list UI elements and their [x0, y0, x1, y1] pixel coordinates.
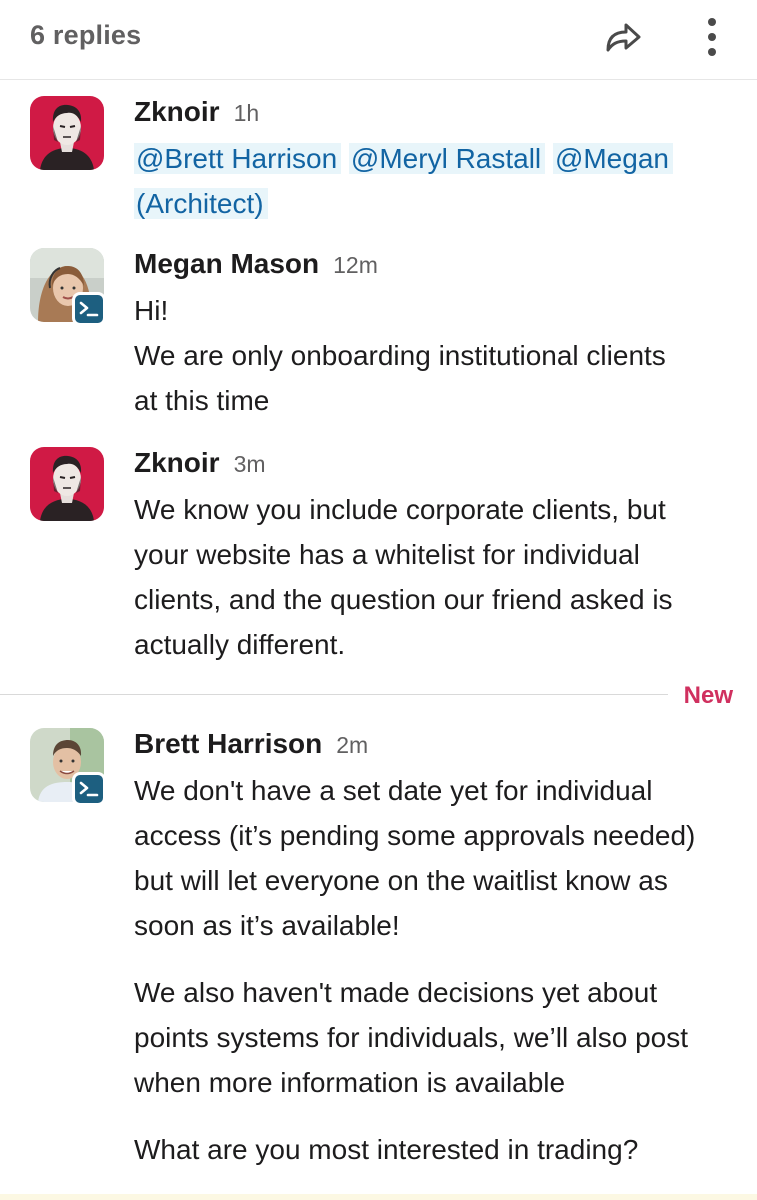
zknoir-avatar[interactable]: [30, 447, 104, 521]
composer-edge: [0, 1194, 757, 1200]
message-text: when more information is available: [134, 1067, 566, 1098]
message-text: Hi!: [134, 295, 169, 326]
mention-megan[interactable]: @Megan: [552, 143, 673, 174]
message-text: We are only onboarding institutional cli…: [134, 340, 666, 371]
new-messages-divider: New: [0, 680, 757, 712]
terminal-app-badge: [72, 292, 106, 326]
mention-megan-architect[interactable]: (Architect): [134, 188, 268, 219]
message-text: We don't have a set date yet for individ…: [134, 775, 653, 806]
vertical-ellipsis-icon: [708, 18, 716, 56]
thread-header: 6 replies: [0, 0, 757, 80]
message-timestamp[interactable]: 2m: [336, 732, 368, 759]
message-text: soon as it’s available!: [134, 910, 400, 941]
share-button[interactable]: [600, 16, 646, 58]
message-author[interactable]: Brett Harrison: [134, 728, 322, 760]
message-author[interactable]: Megan Mason: [134, 248, 319, 280]
message-text: access (it’s pending some approvals need…: [134, 820, 696, 851]
message-author[interactable]: Zknoir: [134, 96, 220, 128]
message-text: actually different.: [134, 629, 346, 660]
message-text: your website has a whitelist for individ…: [134, 539, 640, 570]
divider-line: [0, 694, 668, 695]
new-label: New: [683, 682, 733, 709]
message-timestamp[interactable]: 3m: [234, 451, 266, 478]
message-text: at this time: [134, 385, 270, 416]
message-text: but will let everyone on the waitlist kn…: [134, 865, 668, 896]
message-text: We also haven't made decisions yet about: [134, 977, 658, 1008]
zknoir-avatar[interactable]: [30, 96, 104, 170]
message-author[interactable]: Zknoir: [134, 447, 220, 479]
terminal-app-badge: [72, 772, 106, 806]
message-timestamp[interactable]: 1h: [234, 100, 260, 127]
message-text: We know you include corporate clients, b…: [134, 494, 666, 525]
terminal-app-icon: [79, 781, 99, 797]
message-text: points systems for individuals, we’ll al…: [134, 1022, 689, 1053]
mention-brett-harrison[interactable]: @Brett Harrison: [134, 143, 342, 174]
mention-meryl-rastall[interactable]: @Meryl Rastall: [348, 143, 546, 174]
terminal-app-icon: [79, 301, 99, 317]
message-text: What are you most interested in trading?: [134, 1134, 639, 1165]
thread-replies-count: 6 replies: [30, 20, 142, 50]
share-arrow-icon: [606, 23, 641, 52]
message-text: clients, and the question our friend ask…: [134, 584, 673, 615]
message-timestamp[interactable]: 12m: [333, 252, 378, 279]
more-options-button[interactable]: [696, 14, 728, 60]
